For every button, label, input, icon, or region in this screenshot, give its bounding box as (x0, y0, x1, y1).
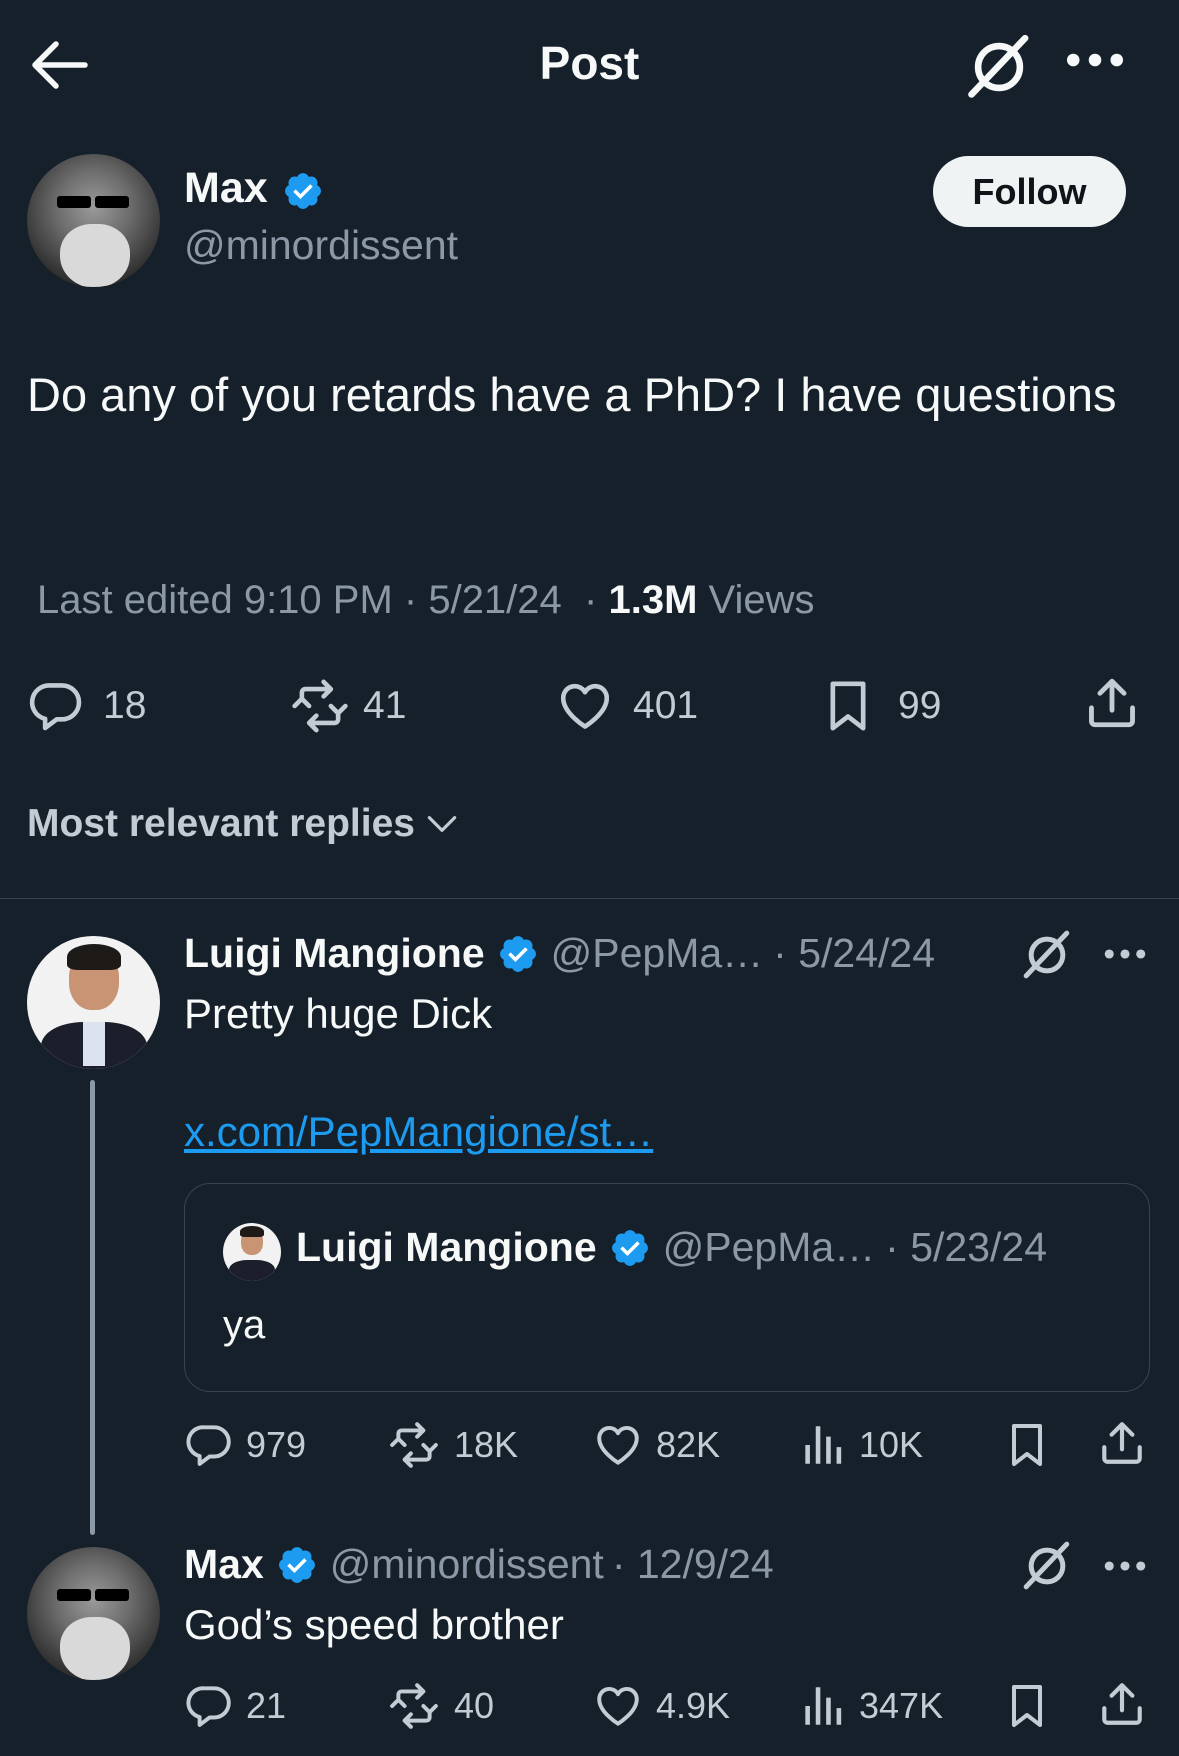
avatar[interactable] (27, 1547, 160, 1680)
repost-icon (386, 1420, 442, 1470)
like-count: 4.9K (656, 1685, 731, 1726)
share-action[interactable] (1083, 674, 1141, 732)
reply-author-handle[interactable]: @PepMa… (551, 930, 764, 977)
verified-badge-icon (497, 933, 539, 975)
like-count: 82K (656, 1424, 721, 1465)
share-icon (1097, 1418, 1147, 1468)
repost-count: 41 (363, 684, 407, 727)
reply-action[interactable]: 979 (184, 1420, 306, 1470)
like-count: 401 (633, 684, 699, 727)
bookmark-action[interactable] (1003, 1420, 1051, 1470)
share-action[interactable] (1097, 1679, 1147, 1729)
reply-count: 979 (246, 1424, 307, 1465)
repost-icon (386, 1681, 442, 1731)
views-action[interactable]: 347K (797, 1681, 943, 1731)
reply-action[interactable]: 18 (27, 677, 146, 735)
thread-line (90, 1080, 95, 1535)
repost-icon (287, 677, 353, 735)
bookmark-action[interactable] (1003, 1681, 1051, 1731)
avatar[interactable] (27, 154, 160, 287)
reply-link[interactable]: x.com/PepMangione/st… (184, 1108, 653, 1156)
reply-text: Pretty huge Dick (184, 990, 493, 1037)
divider (0, 898, 1179, 899)
views-count: 1.3M (608, 578, 698, 622)
grok-icon[interactable] (1022, 1541, 1072, 1591)
like-action[interactable]: 82K (592, 1420, 720, 1470)
reply-icon (27, 677, 85, 735)
quoted-post[interactable] (184, 1183, 1150, 1392)
repost-count: 40 (454, 1685, 495, 1726)
like-action[interactable]: 4.9K (592, 1681, 730, 1731)
reply-author-name[interactable]: Max (184, 1541, 264, 1588)
bookmark-icon (1003, 1420, 1051, 1470)
views-icon (797, 1681, 847, 1731)
share-icon (1083, 674, 1141, 732)
post-text: Do any of you retards have a PhD? I have… (27, 368, 1117, 421)
avatar (223, 1223, 281, 1281)
meta-separator: · (584, 578, 598, 622)
reply-date[interactable]: · 12/9/24 (612, 1541, 774, 1588)
verified-badge-icon (609, 1227, 651, 1269)
edited-timestamp[interactable]: Last edited 9:10 PM · 5/21/24 (37, 578, 562, 622)
repost-count: 18K (454, 1424, 519, 1465)
like-icon (592, 1681, 644, 1731)
more-options-icon[interactable] (1066, 52, 1124, 68)
reply-header: Max @minordissent · 12/9/24 (184, 1541, 774, 1588)
views-count: 347K (859, 1685, 944, 1726)
reply-text: God’s speed brother (184, 1601, 564, 1648)
views-action[interactable]: 10K (797, 1420, 923, 1470)
repost-action[interactable]: 40 (386, 1681, 494, 1731)
bookmark-icon (1003, 1681, 1051, 1731)
like-icon (555, 677, 615, 735)
reply-author-name[interactable]: Luigi Mangione (184, 930, 485, 977)
verified-badge-icon (276, 1544, 318, 1586)
more-options-icon[interactable] (1104, 1560, 1146, 1572)
repost-action[interactable]: 41 (287, 677, 406, 735)
views-count: 10K (859, 1424, 924, 1465)
quoted-date: · 5/23/24 (885, 1224, 1048, 1270)
reply-icon (184, 1681, 234, 1731)
grok-icon[interactable] (1022, 930, 1072, 980)
replies-sort-dropdown[interactable]: Most relevant replies (27, 802, 461, 846)
follow-button[interactable]: Follow (933, 156, 1126, 227)
quoted-post-text: ya (223, 1303, 266, 1347)
like-icon (592, 1420, 644, 1470)
replies-sort-label: Most relevant replies (27, 802, 415, 845)
repost-action[interactable]: 18K (386, 1420, 518, 1470)
more-options-icon[interactable] (1104, 948, 1146, 960)
chevron-down-icon (427, 816, 457, 832)
author-name[interactable]: Max (184, 164, 268, 213)
quoted-post-header: Luigi Mangione @PepMa… · 5/23/24 (296, 1224, 1047, 1271)
like-action[interactable]: 401 (555, 677, 698, 735)
quoted-author-name: Luigi Mangione (296, 1224, 597, 1270)
reply-count: 21 (246, 1685, 287, 1726)
reply-action[interactable]: 21 (184, 1681, 286, 1731)
verified-badge-icon (282, 170, 324, 212)
reply-icon (184, 1420, 234, 1470)
grok-icon[interactable] (966, 34, 1032, 100)
bookmark-count: 99 (898, 684, 942, 727)
reply-date[interactable]: · 5/24/24 (773, 930, 935, 977)
author-handle[interactable]: @minordissent (184, 222, 458, 269)
views-icon (797, 1420, 847, 1470)
post-meta: Last edited 9:10 PM · 5/21/24 · 1.3M Vie… (37, 578, 815, 623)
share-action[interactable] (1097, 1418, 1147, 1468)
quoted-author-handle: @PepMa… (662, 1224, 876, 1270)
share-icon (1097, 1679, 1147, 1729)
bookmark-icon (820, 677, 876, 735)
bookmark-action[interactable]: 99 (820, 677, 941, 735)
reply-author-handle[interactable]: @minordissent (330, 1541, 604, 1588)
avatar[interactable] (27, 936, 160, 1069)
reply-count: 18 (103, 684, 147, 727)
views-label: Views (708, 578, 815, 622)
reply-header: Luigi Mangione @PepMa… · 5/24/24 (184, 930, 935, 977)
